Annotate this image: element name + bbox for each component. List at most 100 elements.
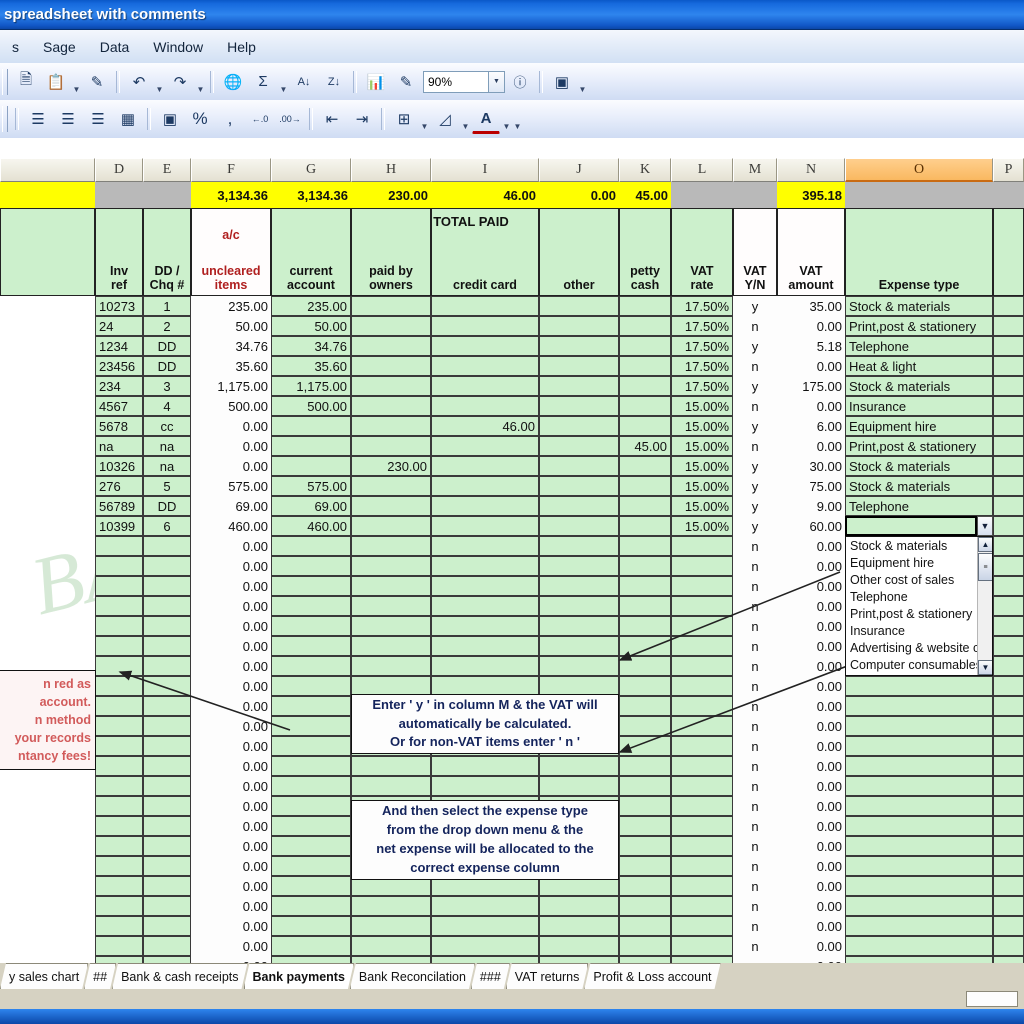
table-row-uncleared[interactable]: 0.00 (191, 896, 271, 916)
table-row-credit-card[interactable] (431, 956, 539, 963)
table-row-vat-amount[interactable]: 0.00 (777, 536, 845, 556)
paste-icon[interactable]: 📋 (42, 68, 70, 96)
table-row-vat-rate[interactable] (671, 536, 733, 556)
table-row-current-account[interactable] (271, 716, 351, 736)
table-row-vat-rate[interactable] (671, 936, 733, 956)
table-row-uncleared[interactable]: 0.00 (191, 916, 271, 936)
table-row-expense-type[interactable] (845, 736, 993, 756)
table-row-col-p[interactable] (993, 376, 1024, 396)
table-row-vat-yn[interactable]: y (733, 496, 777, 516)
table-row-expense-type[interactable]: Stock & materials (845, 456, 993, 476)
comma-style-icon[interactable]: , (216, 105, 244, 133)
sheet-tab-[interactable]: ### (471, 963, 510, 989)
table-row-vat-rate[interactable] (671, 856, 733, 876)
table-row-inv-ref[interactable]: 5678 (95, 416, 143, 436)
table-row-inv-ref[interactable]: 24 (95, 316, 143, 336)
table-row-vat-yn[interactable]: n (733, 676, 777, 696)
table-row-vat-yn[interactable]: y (733, 516, 777, 536)
table-row-vat-amount[interactable]: 0.00 (777, 656, 845, 676)
table-row-paid-by-owners[interactable] (351, 756, 431, 776)
table-row-vat-amount[interactable]: 0.00 (777, 616, 845, 636)
table-row-petty-cash[interactable] (619, 936, 671, 956)
table-row-vat-amount[interactable]: 60.00 (777, 516, 845, 536)
table-row-col-p[interactable] (993, 796, 1024, 816)
column-header-n[interactable]: N (777, 158, 845, 182)
table-row-other[interactable] (539, 376, 619, 396)
table-row-inv-ref[interactable]: 4567 (95, 396, 143, 416)
table-row-inv-ref[interactable] (95, 596, 143, 616)
table-row-credit-card[interactable] (431, 396, 539, 416)
table-row-current-account[interactable] (271, 816, 351, 836)
table-row-inv-ref[interactable] (95, 896, 143, 916)
table-row-other[interactable] (539, 496, 619, 516)
chevron-down-icon[interactable]: ▼ (977, 516, 993, 536)
table-row-other[interactable] (539, 676, 619, 696)
table-row-vat-amount[interactable]: 0.00 (777, 756, 845, 776)
table-row-vat-amount[interactable]: 0.00 (777, 716, 845, 736)
table-row-credit-card[interactable] (431, 896, 539, 916)
table-row-col-p[interactable] (993, 876, 1024, 896)
table-row-vat-rate[interactable] (671, 716, 733, 736)
table-row-uncleared[interactable]: 0.00 (191, 636, 271, 656)
chart-wizard-icon[interactable]: 📊 (362, 68, 390, 96)
table-row-current-account[interactable]: 575.00 (271, 476, 351, 496)
table-row-other[interactable] (539, 316, 619, 336)
table-row-other[interactable] (539, 776, 619, 796)
table-row-vat-amount[interactable]: 0.00 (777, 396, 845, 416)
table-row-credit-card[interactable] (431, 376, 539, 396)
table-row-inv-ref[interactable]: 10326 (95, 456, 143, 476)
table-row-vat-amount[interactable]: 0.00 (777, 836, 845, 856)
table-row-vat-rate[interactable] (671, 756, 733, 776)
format-painter-icon[interactable]: ✎ (83, 68, 111, 96)
font-color-icon[interactable]: A (472, 104, 500, 134)
dropdown-option[interactable]: Stock & materials (846, 537, 992, 554)
table-row-uncleared[interactable]: 0.00 (191, 416, 271, 436)
table-row-col-p[interactable] (993, 516, 1024, 536)
table-row-inv-ref[interactable] (95, 876, 143, 896)
table-row-vat-yn[interactable]: n (733, 556, 777, 576)
table-row-chq[interactable]: na (143, 436, 191, 456)
table-row-petty-cash[interactable] (619, 696, 671, 716)
table-row-credit-card[interactable] (431, 296, 539, 316)
table-row-chq[interactable] (143, 816, 191, 836)
table-row-vat-yn[interactable]: y (733, 476, 777, 496)
table-row-expense-type[interactable] (845, 696, 993, 716)
table-row-other[interactable] (539, 956, 619, 963)
table-row-current-account[interactable] (271, 796, 351, 816)
table-row-petty-cash[interactable] (619, 316, 671, 336)
table-row-current-account[interactable] (271, 756, 351, 776)
toolbar-overflow-icon[interactable]: ▼ (512, 107, 523, 131)
table-row-col-p[interactable] (993, 596, 1024, 616)
table-row-inv-ref[interactable] (95, 956, 143, 963)
dropdown-option[interactable]: Equipment hire (846, 554, 992, 571)
table-row-vat-rate[interactable] (671, 576, 733, 596)
table-row-petty-cash[interactable] (619, 916, 671, 936)
dropdown-option[interactable]: Advertising & website cost (846, 639, 992, 656)
table-row-vat-yn[interactable]: n (733, 916, 777, 936)
table-row-col-p[interactable] (993, 916, 1024, 936)
table-row-uncleared[interactable]: 0.00 (191, 576, 271, 596)
menu-item-data[interactable]: Data (88, 37, 142, 57)
table-row-current-account[interactable] (271, 856, 351, 876)
table-row-chq[interactable]: cc (143, 416, 191, 436)
table-row-chq[interactable]: na (143, 456, 191, 476)
table-row-uncleared[interactable]: 34.76 (191, 336, 271, 356)
table-row-uncleared[interactable]: 0.00 (191, 796, 271, 816)
table-row-expense-type[interactable] (845, 776, 993, 796)
table-row-petty-cash[interactable] (619, 496, 671, 516)
table-row-col-p[interactable] (993, 656, 1024, 676)
table-row-vat-rate[interactable]: 15.00% (671, 476, 733, 496)
table-row-current-account[interactable]: 34.76 (271, 336, 351, 356)
table-row-col-p[interactable] (993, 296, 1024, 316)
sheet-tab-bar[interactable]: y sales chart##Bank & cash receiptsBank … (0, 963, 1024, 1009)
insert-hyperlink-icon[interactable]: 🌐 (219, 68, 247, 96)
copy-icon[interactable]: 🗎 (12, 68, 40, 96)
table-row-other[interactable] (539, 916, 619, 936)
table-row-petty-cash[interactable] (619, 396, 671, 416)
menu-item-help[interactable]: Help (215, 37, 268, 57)
table-row-vat-rate[interactable]: 15.00% (671, 396, 733, 416)
table-row-current-account[interactable] (271, 916, 351, 936)
menu-item-window[interactable]: Window (141, 37, 215, 57)
table-row-expense-type[interactable] (845, 956, 993, 963)
table-row-paid-by-owners[interactable] (351, 776, 431, 796)
